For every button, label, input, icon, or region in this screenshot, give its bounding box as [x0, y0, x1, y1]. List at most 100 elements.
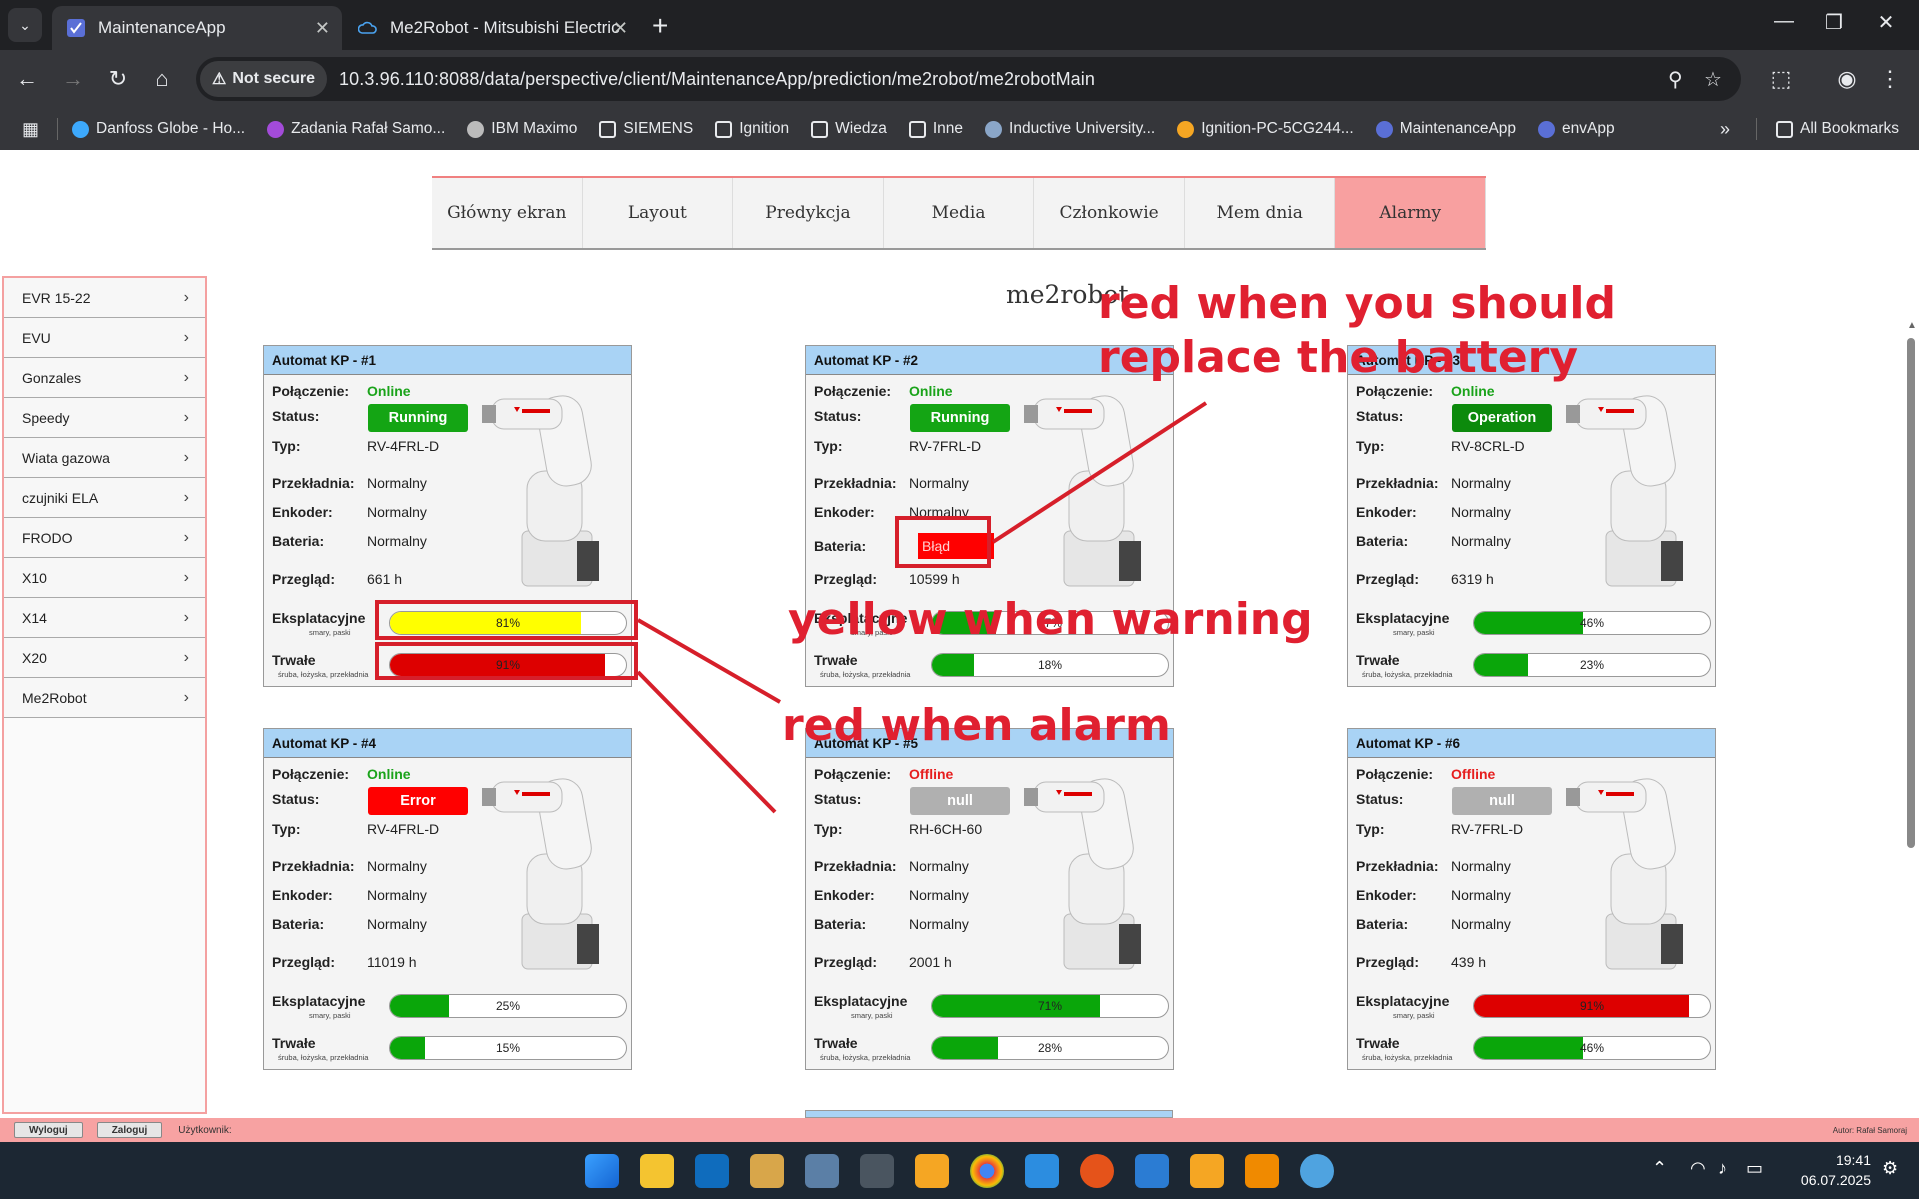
volume-icon[interactable]: ♪: [1718, 1158, 1727, 1179]
file-explorer-icon[interactable]: [640, 1154, 674, 1188]
globe-icon: [467, 120, 485, 138]
bookmark-label: Wiedza: [835, 120, 887, 137]
more-bookmarks-icon[interactable]: »: [1720, 119, 1730, 140]
store-icon[interactable]: [1135, 1154, 1169, 1188]
extensions-icon[interactable]: ⬚: [1766, 64, 1796, 94]
bookmark-item[interactable]: Inductive University...: [985, 120, 1155, 138]
windows-taskbar: ⌃ ◠ ♪ ▭ 19:41 06.07.2025 ⚙: [0, 1142, 1919, 1199]
app-icon: [1375, 120, 1393, 138]
browser-toolbar: ← → ↻ ⌂ ⚠ Not secure 10.3.96.110:8088/da…: [0, 50, 1919, 108]
bookmark-label: Inductive University...: [1009, 120, 1156, 137]
notification-icon[interactable]: ⚙: [1882, 1158, 1898, 1179]
bookmark-item[interactable]: IBM Maximo: [467, 120, 577, 138]
bookmark-label: MaintenanceApp: [1399, 120, 1517, 137]
annotation-warning-text: yellow when warning: [788, 594, 1313, 645]
folder-icon: [599, 120, 617, 138]
restore-icon[interactable]: ❐: [1814, 10, 1854, 35]
bookmark-star-icon[interactable]: ☆: [1704, 67, 1722, 92]
tab-search-button[interactable]: ⌄: [8, 8, 42, 42]
all-bookmarks[interactable]: All Bookmarks: [1776, 120, 1899, 138]
minimize-icon[interactable]: —: [1764, 10, 1804, 33]
close-tab-icon[interactable]: ✕: [315, 18, 330, 39]
home-icon[interactable]: ⌂: [147, 64, 177, 94]
close-tab-icon[interactable]: ✕: [613, 18, 628, 39]
bookmark-label: SIEMENS: [623, 120, 694, 137]
bookmark-label: Ignition-PC-5CG244...: [1201, 120, 1354, 137]
remote-desktop-icon[interactable]: [805, 1154, 839, 1188]
iu-icon: [985, 120, 1003, 138]
login-button[interactable]: Zaloguj: [96, 1122, 163, 1138]
bookmark-item[interactable]: Inne: [908, 120, 963, 138]
tab-me2robot[interactable]: Me2Robot - Mitsubishi Electric ✕: [344, 6, 640, 50]
wifi-icon[interactable]: ◠: [1690, 1158, 1706, 1179]
clock[interactable]: 19:41 06.07.2025: [1801, 1150, 1871, 1190]
bookmark-label: envApp: [1562, 120, 1615, 137]
vscode-icon[interactable]: [1025, 1154, 1059, 1188]
bookmark-item[interactable]: SIEMENS: [599, 120, 693, 138]
chrome-icon[interactable]: [970, 1154, 1004, 1188]
battery-icon[interactable]: ▭: [1746, 1158, 1763, 1179]
annotation-box-warning: [375, 600, 638, 640]
start-icon[interactable]: [585, 1154, 619, 1188]
address-bar[interactable]: ⚠ Not secure 10.3.96.110:8088/data/persp…: [196, 57, 1741, 101]
tools-icon[interactable]: [750, 1154, 784, 1188]
annotation-battery-text-2: replace the battery: [1098, 332, 1579, 383]
profile-icon[interactable]: ◉: [1832, 64, 1862, 94]
divider: [1756, 118, 1757, 140]
outlook-icon[interactable]: [695, 1154, 729, 1188]
browser-tab-bar: ⌄ MaintenanceApp ✕ Me2Robot - Mitsubishi…: [0, 0, 1919, 50]
globe-icon: [72, 120, 90, 138]
app-favicon-icon: [66, 18, 86, 38]
headset-app-icon[interactable]: [1080, 1154, 1114, 1188]
bookmark-label: Zadania Rafał Samo...: [291, 120, 446, 137]
close-window-icon[interactable]: ✕: [1866, 10, 1906, 35]
user-label: Użytkownik:: [178, 1124, 232, 1136]
author-label: Autor: Rafał Samoraj: [1832, 1125, 1907, 1135]
ignition-app-icon[interactable]: [915, 1154, 949, 1188]
cloud-icon: [358, 18, 378, 38]
paint-icon[interactable]: [1300, 1154, 1334, 1188]
ignition-launcher-icon[interactable]: [1245, 1154, 1279, 1188]
annotation-battery-text: red when you should: [1098, 278, 1617, 329]
app-footer: Wyloguj Zaloguj Użytkownik: Autor: Rafał…: [0, 1118, 1919, 1142]
bookmark-item[interactable]: Zadania Rafał Samo...: [267, 120, 445, 138]
new-tab-button[interactable]: +: [652, 10, 668, 42]
annotation-alarm-text: red when alarm: [782, 700, 1171, 751]
folder-icon: [715, 120, 733, 138]
bookmark-label: Ignition: [739, 120, 790, 137]
planner-icon: [267, 120, 285, 138]
tab-title: Me2Robot - Mitsubishi Electric: [390, 18, 620, 37]
logout-button[interactable]: Wyloguj: [14, 1122, 83, 1138]
bookmark-item[interactable]: Danfoss Globe - Ho...: [72, 120, 245, 138]
tab-title: MaintenanceApp: [98, 18, 226, 37]
tab-maintenanceapp[interactable]: MaintenanceApp ✕: [52, 6, 342, 50]
divider: [57, 118, 59, 140]
ignition-designer-icon[interactable]: [1190, 1154, 1224, 1188]
folder-icon: [811, 120, 829, 138]
reload-icon[interactable]: ↻: [103, 64, 133, 94]
annotation-box-alarm: [375, 642, 638, 680]
folder-icon: [908, 120, 926, 138]
back-icon[interactable]: ←: [12, 64, 42, 94]
apps-grid-icon[interactable]: ▦: [22, 119, 39, 140]
warning-icon: ⚠: [212, 71, 227, 88]
security-chip[interactable]: ⚠ Not secure: [200, 61, 328, 97]
url-text[interactable]: 10.3.96.110:8088/data/perspective/client…: [339, 69, 1095, 90]
all-bookmarks-label: All Bookmarks: [1800, 120, 1900, 137]
forward-icon[interactable]: →: [58, 64, 88, 94]
security-label: Not secure: [232, 70, 316, 87]
bookmark-item[interactable]: Ignition: [715, 120, 789, 138]
bookmark-item[interactable]: envApp: [1538, 120, 1615, 138]
bookmark-item[interactable]: MaintenanceApp: [1375, 120, 1517, 138]
bookmark-list: Danfoss Globe - Ho... Zadania Rafał Samo.…: [72, 120, 1637, 138]
bookmark-item[interactable]: Wiedza: [811, 120, 887, 138]
menu-icon[interactable]: ⋮: [1875, 64, 1905, 94]
bookmarks-bar: ▦ Danfoss Globe - Ho... Zadania Rafał Sam…: [0, 108, 1919, 150]
folder-icon: [1776, 120, 1793, 138]
network-app-icon[interactable]: [860, 1154, 894, 1188]
chevron-down-icon: ⌄: [19, 16, 31, 33]
zoom-icon[interactable]: ⚲: [1668, 67, 1683, 92]
tray-chevron-icon[interactable]: ⌃: [1652, 1158, 1667, 1179]
app-icon: [1538, 120, 1556, 138]
bookmark-item[interactable]: Ignition-PC-5CG244...: [1177, 120, 1354, 138]
